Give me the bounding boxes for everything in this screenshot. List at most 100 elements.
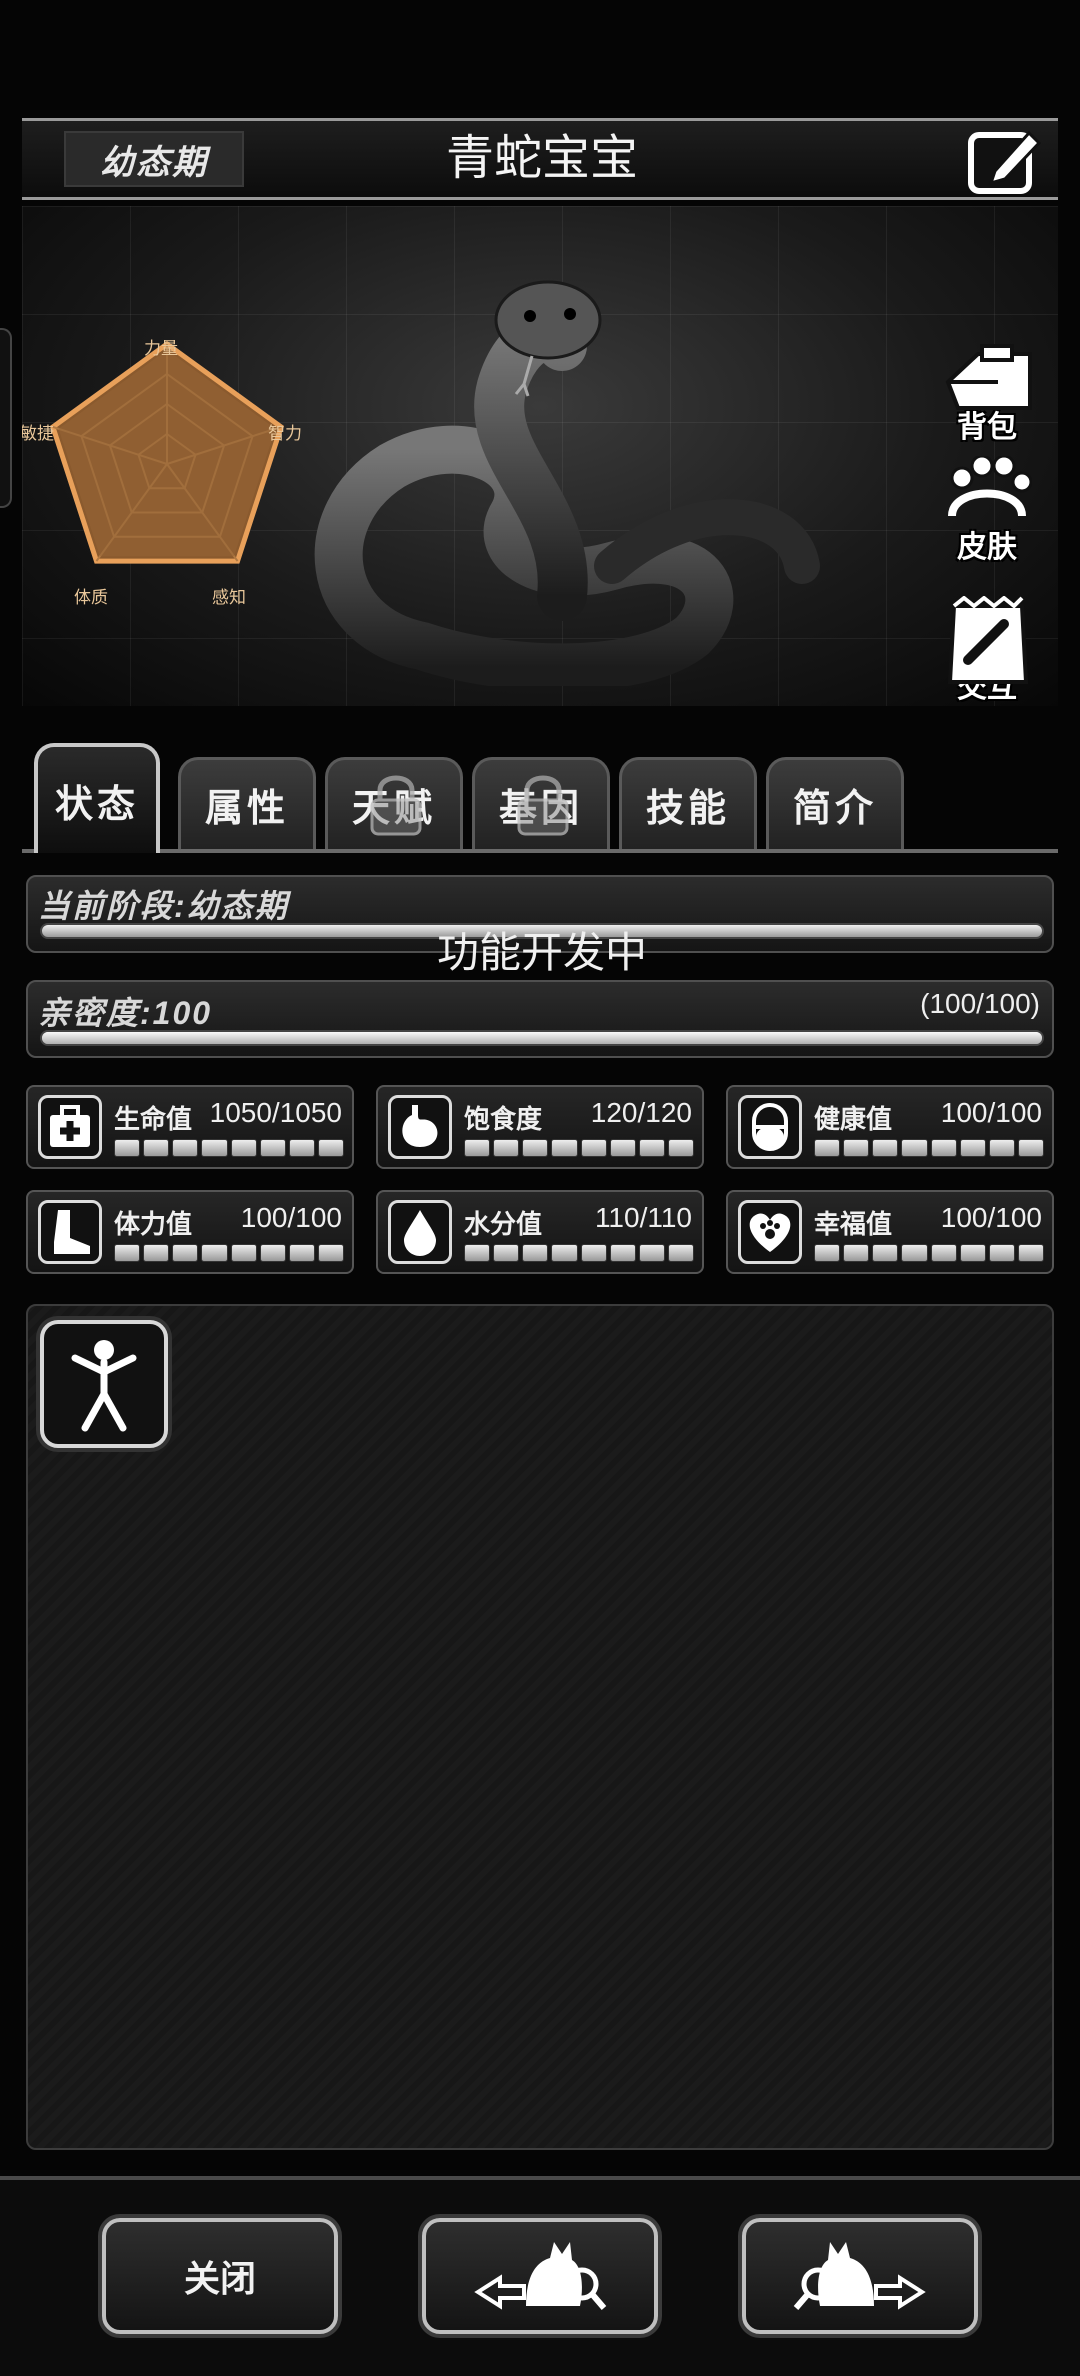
pose-action-button[interactable] xyxy=(40,1320,168,1448)
close-button[interactable]: 关闭 xyxy=(102,2218,338,2334)
stat-name: 幸福值 xyxy=(814,1209,893,1239)
stat-value: 100/100 xyxy=(940,1097,1042,1128)
backpack-button[interactable]: 背包 xyxy=(932,336,1042,446)
stat-name: 生命值 xyxy=(114,1104,193,1134)
radar-label-strength: 力量 xyxy=(144,339,178,358)
lock-icon xyxy=(370,775,422,836)
stat-bar-segment xyxy=(522,1139,549,1157)
stat-bar-segment xyxy=(172,1244,199,1262)
stat-value: 120/120 xyxy=(590,1097,692,1128)
stick-figure-icon xyxy=(71,1340,137,1432)
edit-name-button[interactable] xyxy=(967,125,1042,195)
previous-pet-button[interactable] xyxy=(422,2218,658,2334)
intimacy-label: 亲密度:100 xyxy=(38,995,213,1031)
stat-bar-segment xyxy=(201,1139,228,1157)
stat-bar-segment xyxy=(259,1244,286,1262)
pill-icon xyxy=(738,1095,802,1159)
stat-bar-segment xyxy=(814,1244,841,1262)
stat-bar-segment xyxy=(114,1244,141,1262)
stat-name: 水分值 xyxy=(464,1209,543,1239)
bottom-bar: 关闭 xyxy=(0,2176,1080,2376)
stat-bar-segment xyxy=(580,1139,607,1157)
stat-value: 110/110 xyxy=(594,1202,692,1233)
pet-name: 青蛇宝宝 xyxy=(445,132,638,185)
stat-bar-segment xyxy=(901,1139,928,1157)
stage-panel: 当前阶段:幼态期 功能开发中 xyxy=(26,875,1054,976)
tab-intro[interactable]: 简介 xyxy=(766,757,904,849)
radar-label-intelligence: 智力 xyxy=(268,424,302,443)
heart-paw-icon xyxy=(738,1200,802,1264)
stat-bar xyxy=(464,1139,694,1157)
tab-strip: 状态 属性 天赋 基因 技能 简介 xyxy=(22,735,1058,853)
next-pet-search-icon xyxy=(793,2242,926,2310)
snake-image xyxy=(314,280,820,686)
stat-bar-segment xyxy=(317,1244,344,1262)
stat-bar xyxy=(114,1139,344,1157)
stat-bar-segment xyxy=(580,1244,607,1262)
tab-talent[interactable]: 天赋 xyxy=(325,757,463,849)
stat-bar-segment xyxy=(988,1244,1015,1262)
stat-bar-segment xyxy=(522,1244,549,1262)
stat-bar-segment xyxy=(230,1244,257,1262)
tab-gene[interactable]: 基因 xyxy=(472,757,610,849)
stat-bar-segment xyxy=(201,1244,228,1262)
radar-value-area xyxy=(58,350,276,557)
intimacy-progress-bar xyxy=(40,1030,1044,1046)
stat-bar-segment xyxy=(959,1139,986,1157)
pet-scene: 力量 智力 感知 体质 敏捷 背包 皮肤 交互 xyxy=(22,206,1058,706)
stat-card-happiness: 幸福值 100/100 xyxy=(726,1190,1054,1274)
stomach-icon xyxy=(388,1095,452,1159)
tab-label: 状态 xyxy=(54,783,139,826)
tab-status[interactable]: 状态 xyxy=(34,743,160,853)
stage-badge: 幼态期 xyxy=(64,131,244,187)
stat-bar-segment xyxy=(988,1139,1015,1157)
backpack-icon xyxy=(945,344,1032,410)
stat-card-stamina: 体力值 100/100 xyxy=(26,1190,354,1274)
radar-label-constitution: 体质 xyxy=(74,588,108,607)
stat-bar-segment xyxy=(230,1139,257,1157)
stat-bar-segment xyxy=(667,1244,694,1262)
intimacy-value: (100/100) xyxy=(920,988,1040,1019)
intimacy-panel: 亲密度:100 (100/100) xyxy=(26,980,1054,1058)
tab-skills[interactable]: 技能 xyxy=(619,757,757,849)
paw-icon xyxy=(948,456,1032,517)
stat-bar-segment xyxy=(493,1244,520,1262)
stat-name: 健康值 xyxy=(814,1104,893,1134)
stat-bar-segment xyxy=(638,1139,665,1157)
stat-bar-segment xyxy=(464,1139,491,1157)
next-pet-button[interactable] xyxy=(742,2218,978,2334)
stat-bar-segment xyxy=(1017,1139,1044,1157)
stat-bar-segment xyxy=(843,1244,870,1262)
stat-bar-segment xyxy=(609,1244,636,1262)
feature-in-development-notice: 功能开发中 xyxy=(436,929,647,976)
stat-bar-segment xyxy=(872,1244,899,1262)
stat-bar-segment xyxy=(814,1139,841,1157)
stat-card-wellness: 健康值 100/100 xyxy=(726,1085,1054,1169)
stat-bar-segment xyxy=(609,1139,636,1157)
lock-icon xyxy=(517,775,569,836)
stat-bar-segment xyxy=(172,1139,199,1157)
foot-icon xyxy=(38,1200,102,1264)
interact-button[interactable]: 交互 xyxy=(932,596,1042,706)
side-drawer-handle[interactable] xyxy=(0,328,12,508)
skin-button[interactable]: 皮肤 xyxy=(932,456,1042,566)
tab-label: 技能 xyxy=(645,788,730,830)
tab-label: 简介 xyxy=(792,788,877,830)
stat-bar-segment xyxy=(930,1139,957,1157)
stat-bar-segment xyxy=(114,1139,141,1157)
treat-bag-icon xyxy=(947,596,1029,684)
action-panel xyxy=(26,1304,1054,2150)
stat-bar-segment xyxy=(143,1244,170,1262)
stat-bar-segment xyxy=(143,1139,170,1157)
stat-name: 饱食度 xyxy=(464,1104,543,1134)
stat-bar xyxy=(464,1244,694,1262)
stat-value: 100/100 xyxy=(240,1202,342,1233)
tab-attributes[interactable]: 属性 xyxy=(178,757,316,849)
stat-bar-segment xyxy=(259,1139,286,1157)
stat-bar-segment xyxy=(959,1244,986,1262)
radar-label-agility: 敏捷 xyxy=(22,424,54,443)
stat-bar-segment xyxy=(1017,1244,1044,1262)
close-button-label: 关闭 xyxy=(183,2258,256,2299)
first-aid-icon xyxy=(38,1095,102,1159)
radar-label-perception: 感知 xyxy=(212,588,246,607)
